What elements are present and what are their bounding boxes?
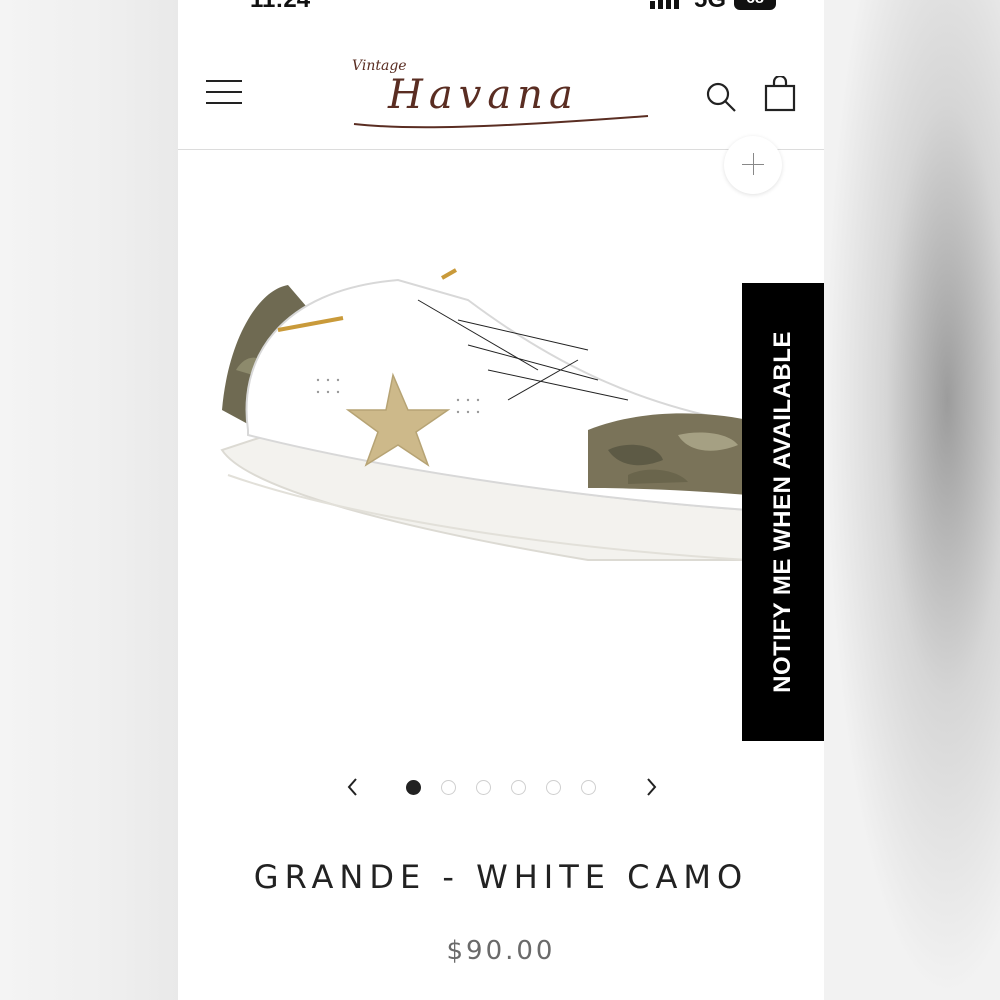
carousel-dot[interactable] bbox=[441, 780, 456, 795]
carousel-dot[interactable] bbox=[476, 780, 491, 795]
signal-icon bbox=[650, 0, 679, 9]
network-type: 5G bbox=[694, 0, 726, 14]
chevron-left-icon bbox=[347, 778, 357, 796]
site-logo[interactable]: Vintage Havana bbox=[348, 54, 658, 134]
search-icon bbox=[706, 82, 736, 112]
carousel-dot[interactable] bbox=[511, 780, 526, 795]
notify-me-button[interactable]: NOTIFY ME WHEN AVAILABLE bbox=[742, 283, 824, 741]
chevron-right-icon bbox=[647, 778, 657, 796]
product-image[interactable] bbox=[208, 260, 748, 570]
carousel-dot[interactable] bbox=[406, 780, 421, 795]
site-header: Vintage Havana bbox=[178, 40, 824, 150]
hamburger-icon-line bbox=[206, 91, 242, 93]
product-title: GRANDE - WHITE CAMO bbox=[253, 858, 749, 896]
carousel-dots bbox=[406, 780, 596, 795]
menu-button[interactable] bbox=[206, 80, 242, 108]
image-carousel-controls bbox=[338, 770, 668, 804]
hamburger-icon-line bbox=[206, 80, 242, 82]
notify-me-label: NOTIFY ME WHEN AVAILABLE bbox=[769, 331, 796, 693]
carousel-dot[interactable] bbox=[546, 780, 561, 795]
zoom-button[interactable] bbox=[724, 136, 782, 194]
search-button[interactable] bbox=[704, 80, 738, 114]
next-image-button[interactable] bbox=[640, 774, 662, 800]
phone-screen: 11:24 5G 68 Vintage Havana bbox=[178, 0, 824, 1000]
previous-image-button[interactable] bbox=[342, 774, 364, 800]
battery-icon: 68 bbox=[734, 0, 776, 10]
shopping-bag-icon bbox=[764, 74, 796, 112]
logo-swash-icon bbox=[353, 115, 649, 129]
carousel-dot[interactable] bbox=[581, 780, 596, 795]
status-bar: 11:24 5G 68 bbox=[178, 0, 824, 16]
status-time: 11:24 bbox=[250, 0, 310, 14]
background-right bbox=[824, 0, 1000, 1000]
product-price: $90.00 bbox=[446, 936, 556, 966]
background-left bbox=[0, 0, 178, 1000]
cart-button[interactable] bbox=[764, 74, 796, 112]
hamburger-icon-line bbox=[206, 102, 242, 104]
